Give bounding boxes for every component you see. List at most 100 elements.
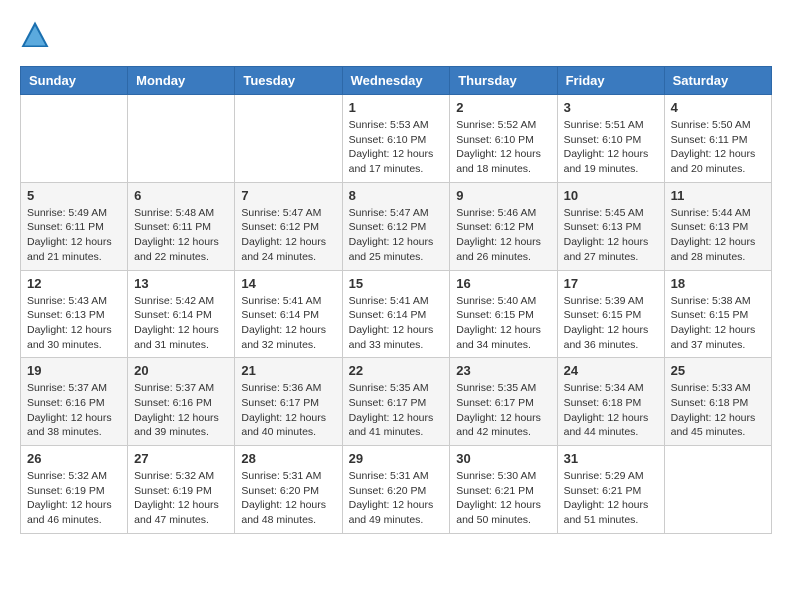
day-number: 15 — [349, 276, 444, 291]
col-tuesday: Tuesday — [235, 67, 342, 95]
day-cell: 3 Sunrise: 5:51 AM Sunset: 6:10 PM Daylig… — [557, 95, 664, 183]
day-number: 10 — [564, 188, 658, 203]
logo-icon — [20, 20, 50, 50]
day-info: Sunrise: 5:37 AM Sunset: 6:16 PM Dayligh… — [27, 381, 121, 440]
day-number: 24 — [564, 363, 658, 378]
day-info: Sunrise: 5:35 AM Sunset: 6:17 PM Dayligh… — [349, 381, 444, 440]
day-cell: 11 Sunrise: 5:44 AM Sunset: 6:13 PM Dayli… — [664, 182, 771, 270]
day-cell: 19 Sunrise: 5:37 AM Sunset: 6:16 PM Dayli… — [21, 358, 128, 446]
day-info: Sunrise: 5:44 AM Sunset: 6:13 PM Dayligh… — [671, 206, 765, 265]
day-cell — [235, 95, 342, 183]
col-sunday: Sunday — [21, 67, 128, 95]
day-info: Sunrise: 5:39 AM Sunset: 6:15 PM Dayligh… — [564, 294, 658, 353]
col-thursday: Thursday — [450, 67, 557, 95]
day-cell: 6Sunrise: 5:48 AM Sunset: 6:11 PM Daylig… — [128, 182, 235, 270]
day-info: Sunrise: 5:31 AM Sunset: 6:20 PM Dayligh… — [349, 469, 444, 528]
day-number: 27 — [134, 451, 228, 466]
day-number: 25 — [671, 363, 765, 378]
page-header — [20, 20, 772, 50]
day-number: 17 — [564, 276, 658, 291]
day-cell: 30 Sunrise: 5:30 AM Sunset: 6:21 PM Dayli… — [450, 446, 557, 534]
week-row-3: 19 Sunrise: 5:37 AM Sunset: 6:16 PM Dayli… — [21, 358, 772, 446]
day-info: Sunrise: 5:47 AM Sunset: 6:12 PM Dayligh… — [349, 206, 444, 265]
day-number: 13 — [134, 276, 228, 291]
day-number: 28 — [241, 451, 335, 466]
day-info: Sunrise: 5:38 AM Sunset: 6:15 PM Dayligh… — [671, 294, 765, 353]
day-cell: 27 Sunrise: 5:32 AM Sunset: 6:19 PM Dayli… — [128, 446, 235, 534]
day-info: Sunrise: 5:33 AM Sunset: 6:18 PM Dayligh… — [671, 381, 765, 440]
day-number: 11 — [671, 188, 765, 203]
day-number: 22 — [349, 363, 444, 378]
day-cell: 13 Sunrise: 5:42 AM Sunset: 6:14 PM Dayli… — [128, 270, 235, 358]
day-cell: 22 Sunrise: 5:35 AM Sunset: 6:17 PM Dayli… — [342, 358, 450, 446]
day-number: 20 — [134, 363, 228, 378]
day-number: 30 — [456, 451, 550, 466]
day-cell: 5Sunrise: 5:49 AM Sunset: 6:11 PM Daylig… — [21, 182, 128, 270]
day-number: 8 — [349, 188, 444, 203]
day-number: 19 — [27, 363, 121, 378]
day-number: 23 — [456, 363, 550, 378]
day-info: Sunrise: 5:29 AM Sunset: 6:21 PM Dayligh… — [564, 469, 658, 528]
day-cell: 24Sunrise: 5:34 AM Sunset: 6:18 PM Dayli… — [557, 358, 664, 446]
day-cell: 14 Sunrise: 5:41 AM Sunset: 6:14 PM Dayli… — [235, 270, 342, 358]
day-cell: 12 Sunrise: 5:43 AM Sunset: 6:13 PM Dayli… — [21, 270, 128, 358]
calendar-table: Sunday Monday Tuesday Wednesday Thursday… — [20, 66, 772, 534]
day-info: Sunrise: 5:32 AM Sunset: 6:19 PM Dayligh… — [134, 469, 228, 528]
day-number: 26 — [27, 451, 121, 466]
day-cell: 7Sunrise: 5:47 AM Sunset: 6:12 PM Daylig… — [235, 182, 342, 270]
day-cell: 21 Sunrise: 5:36 AM Sunset: 6:17 PM Dayli… — [235, 358, 342, 446]
col-saturday: Saturday — [664, 67, 771, 95]
day-number: 29 — [349, 451, 444, 466]
day-info: Sunrise: 5:42 AM Sunset: 6:14 PM Dayligh… — [134, 294, 228, 353]
day-cell: 2 Sunrise: 5:52 AM Sunset: 6:10 PM Daylig… — [450, 95, 557, 183]
calendar-header: Sunday Monday Tuesday Wednesday Thursday… — [21, 67, 772, 95]
day-info: Sunrise: 5:47 AM Sunset: 6:12 PM Dayligh… — [241, 206, 335, 265]
day-info: Sunrise: 5:36 AM Sunset: 6:17 PM Dayligh… — [241, 381, 335, 440]
day-info: Sunrise: 5:51 AM Sunset: 6:10 PM Dayligh… — [564, 118, 658, 177]
day-number: 31 — [564, 451, 658, 466]
day-info: Sunrise: 5:45 AM Sunset: 6:13 PM Dayligh… — [564, 206, 658, 265]
day-cell: 15Sunrise: 5:41 AM Sunset: 6:14 PM Dayli… — [342, 270, 450, 358]
day-info: Sunrise: 5:30 AM Sunset: 6:21 PM Dayligh… — [456, 469, 550, 528]
day-info: Sunrise: 5:41 AM Sunset: 6:14 PM Dayligh… — [241, 294, 335, 353]
day-number: 12 — [27, 276, 121, 291]
day-info: Sunrise: 5:40 AM Sunset: 6:15 PM Dayligh… — [456, 294, 550, 353]
day-info: Sunrise: 5:53 AM Sunset: 6:10 PM Dayligh… — [349, 118, 444, 177]
day-info: Sunrise: 5:50 AM Sunset: 6:11 PM Dayligh… — [671, 118, 765, 177]
day-cell: 4 Sunrise: 5:50 AM Sunset: 6:11 PM Daylig… — [664, 95, 771, 183]
day-cell: 10 Sunrise: 5:45 AM Sunset: 6:13 PM Dayli… — [557, 182, 664, 270]
day-number: 2 — [456, 100, 550, 115]
header-row: Sunday Monday Tuesday Wednesday Thursday… — [21, 67, 772, 95]
day-cell: 1Sunrise: 5:53 AM Sunset: 6:10 PM Daylig… — [342, 95, 450, 183]
week-row-4: 26 Sunrise: 5:32 AM Sunset: 6:19 PM Dayli… — [21, 446, 772, 534]
week-row-1: 5Sunrise: 5:49 AM Sunset: 6:11 PM Daylig… — [21, 182, 772, 270]
col-monday: Monday — [128, 67, 235, 95]
day-cell: 25 Sunrise: 5:33 AM Sunset: 6:18 PM Dayli… — [664, 358, 771, 446]
week-row-2: 12 Sunrise: 5:43 AM Sunset: 6:13 PM Dayli… — [21, 270, 772, 358]
day-number: 9 — [456, 188, 550, 203]
week-row-0: 1Sunrise: 5:53 AM Sunset: 6:10 PM Daylig… — [21, 95, 772, 183]
day-info: Sunrise: 5:48 AM Sunset: 6:11 PM Dayligh… — [134, 206, 228, 265]
day-info: Sunrise: 5:46 AM Sunset: 6:12 PM Dayligh… — [456, 206, 550, 265]
day-number: 4 — [671, 100, 765, 115]
day-number: 16 — [456, 276, 550, 291]
day-cell — [21, 95, 128, 183]
day-number: 14 — [241, 276, 335, 291]
day-cell — [664, 446, 771, 534]
day-cell: 29 Sunrise: 5:31 AM Sunset: 6:20 PM Dayli… — [342, 446, 450, 534]
day-number: 3 — [564, 100, 658, 115]
day-cell: 23 Sunrise: 5:35 AM Sunset: 6:17 PM Dayli… — [450, 358, 557, 446]
day-info: Sunrise: 5:52 AM Sunset: 6:10 PM Dayligh… — [456, 118, 550, 177]
day-cell: 20 Sunrise: 5:37 AM Sunset: 6:16 PM Dayli… — [128, 358, 235, 446]
day-cell: 16 Sunrise: 5:40 AM Sunset: 6:15 PM Dayli… — [450, 270, 557, 358]
calendar-body: 1Sunrise: 5:53 AM Sunset: 6:10 PM Daylig… — [21, 95, 772, 534]
day-info: Sunrise: 5:31 AM Sunset: 6:20 PM Dayligh… — [241, 469, 335, 528]
day-info: Sunrise: 5:35 AM Sunset: 6:17 PM Dayligh… — [456, 381, 550, 440]
day-number: 18 — [671, 276, 765, 291]
day-number: 21 — [241, 363, 335, 378]
col-wednesday: Wednesday — [342, 67, 450, 95]
day-info: Sunrise: 5:37 AM Sunset: 6:16 PM Dayligh… — [134, 381, 228, 440]
day-info: Sunrise: 5:43 AM Sunset: 6:13 PM Dayligh… — [27, 294, 121, 353]
col-friday: Friday — [557, 67, 664, 95]
day-info: Sunrise: 5:49 AM Sunset: 6:11 PM Dayligh… — [27, 206, 121, 265]
